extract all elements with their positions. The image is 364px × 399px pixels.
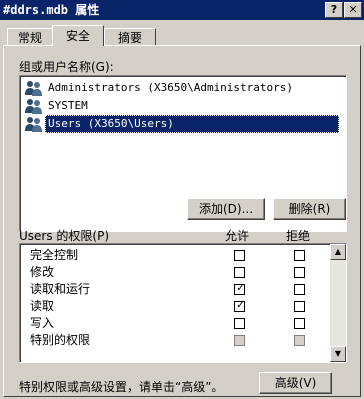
list-item-system[interactable]: SYSTEM: [24, 97, 324, 115]
allow-checkbox[interactable]: ✓: [234, 283, 245, 295]
list-item-administrators[interactable]: Administrators (X3650\Administrators): [24, 79, 324, 97]
deny-checkbox[interactable]: [294, 267, 305, 278]
permission-name: 特别的权限: [30, 333, 91, 347]
permission-row: 读取和运行 ✓: [20, 281, 346, 298]
tab-security[interactable]: 安全: [52, 25, 104, 46]
allow-checkbox[interactable]: [234, 250, 245, 261]
permission-name: 修改: [30, 265, 55, 279]
list-item-label: Users (X3650\Users): [45, 115, 339, 133]
list-item-label: SYSTEM: [48, 99, 88, 112]
scroll-down-icon[interactable]: ▼: [330, 346, 346, 362]
permission-name: 读取和运行: [30, 282, 91, 296]
security-tab-panel: 组或用户名称(G): Administrators (X3650\Adminis…: [3, 45, 361, 397]
permission-row: 写入: [20, 315, 346, 332]
allow-column-header: 允许: [225, 229, 250, 243]
permission-name: 读取: [30, 299, 55, 313]
permission-row: 读取 ✓: [20, 298, 346, 315]
checkmark-icon: ✓: [236, 300, 245, 311]
permission-row: 特别的权限: [20, 332, 346, 349]
deny-checkbox[interactable]: [294, 318, 305, 329]
user-group-icon: [25, 117, 42, 132]
permission-name: 写入: [30, 316, 55, 330]
permissions-list[interactable]: 完全控制 修改 读取和运行 ✓ 读取 ✓ 写入 特别的权限 ▲ ▼: [19, 243, 347, 363]
deny-checkbox: [294, 335, 305, 346]
deny-checkbox[interactable]: [294, 301, 305, 312]
permissions-label: Users 的权限(P): [19, 229, 110, 243]
deny-checkbox[interactable]: [294, 284, 305, 295]
add-button[interactable]: 添加(D)...: [187, 198, 265, 220]
groups-label: 组或用户名称(G):: [19, 60, 114, 74]
help-button[interactable]: ?: [325, 2, 343, 18]
checkmark-icon: ✓: [236, 283, 245, 294]
user-group-icon: [25, 99, 42, 114]
allow-checkbox: [234, 335, 245, 346]
vertical-scrollbar[interactable]: ▲ ▼: [330, 244, 346, 362]
deny-column-header: 拒绝: [286, 229, 311, 243]
scroll-up-icon[interactable]: ▲: [330, 244, 346, 260]
allow-checkbox[interactable]: [234, 267, 245, 278]
permission-row: 修改: [20, 264, 346, 281]
list-item-label: Administrators (X3650\Administrators): [48, 81, 294, 94]
advanced-button[interactable]: 高级(V): [259, 372, 332, 394]
tab-summary[interactable]: 摘要: [104, 28, 156, 46]
title-bar[interactable]: #ddrs.mdb 属性 ? ✕: [0, 0, 364, 20]
close-button[interactable]: ✕: [344, 2, 362, 18]
remove-button[interactable]: 删除(R): [273, 198, 346, 220]
permission-row: 完全控制: [20, 247, 346, 264]
user-group-icon: [25, 81, 42, 96]
deny-checkbox[interactable]: [294, 250, 305, 261]
list-item-users[interactable]: Users (X3650\Users): [24, 115, 344, 133]
allow-checkbox[interactable]: ✓: [234, 300, 245, 312]
tab-general[interactable]: 常规: [7, 28, 53, 46]
advanced-hint-text: 特别权限或高级设置，请单击“高级”。: [19, 380, 224, 394]
allow-checkbox[interactable]: [234, 318, 245, 329]
permission-name: 完全控制: [30, 248, 79, 262]
window-title: #ddrs.mdb 属性: [3, 3, 100, 17]
